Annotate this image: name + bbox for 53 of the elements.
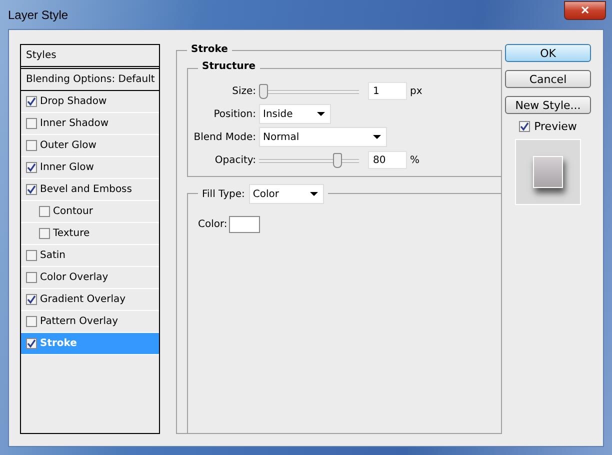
checkbox[interactable] (26, 272, 37, 283)
checkbox[interactable] (39, 206, 50, 217)
caret-icon (310, 192, 318, 196)
checkbox[interactable] (39, 228, 50, 239)
checkbox[interactable] (26, 338, 37, 349)
sidebar-item[interactable]: Gradient Overlay (21, 289, 159, 311)
checkbox[interactable] (26, 294, 37, 305)
caret-icon (317, 112, 325, 116)
dialog-button[interactable]: OK (505, 44, 591, 62)
checkbox[interactable] (26, 316, 37, 327)
position-label: Position: (212, 108, 257, 120)
sidebar-item[interactable]: Blending Options: Default (21, 69, 159, 91)
unit-label: % (410, 154, 420, 166)
sidebar-item[interactable]: Texture (21, 223, 159, 245)
checkbox[interactable] (26, 96, 37, 107)
close-button[interactable]: ✕ (564, 0, 606, 20)
sidebar-item[interactable]: Bevel and Emboss (21, 179, 159, 201)
checkbox[interactable] (26, 162, 37, 173)
sidebar-item[interactable]: Contour (21, 201, 159, 223)
opacity-label: Opacity: (214, 154, 257, 166)
checkbox[interactable] (26, 184, 37, 195)
sidebar-item[interactable]: Inner Shadow (21, 113, 159, 135)
sidebar-item[interactable]: Drop Shadow (21, 91, 159, 113)
checkbox[interactable] (26, 250, 37, 261)
unit-label: px (410, 86, 422, 96)
opacity-field[interactable]: 80 (368, 151, 407, 169)
sidebar-item[interactable]: Inner Glow (21, 157, 159, 179)
checkbox[interactable] (26, 118, 37, 129)
color-label: Color: (198, 219, 228, 230)
color-swatch[interactable] (229, 216, 260, 233)
preview-label: Preview (534, 120, 577, 133)
checkbox[interactable] (26, 140, 37, 151)
sidebar-item[interactable]: Outer Glow (21, 135, 159, 157)
blend-mode-label: Blend Mode: (192, 132, 257, 142)
window-title: Layer Style (8, 8, 68, 22)
size-label: Size: (231, 86, 257, 96)
style-preview (515, 139, 581, 205)
position-dropdown[interactable]: Inside (259, 104, 331, 124)
fill-type-dropdown[interactable]: Color (248, 184, 324, 204)
caret-icon (373, 135, 381, 139)
slider-thumb[interactable] (332, 152, 342, 168)
sidebar-item[interactable]: Color Overlay (21, 267, 159, 289)
section-title: Stroke (187, 44, 232, 55)
sidebar-item[interactable]: Satin (21, 245, 159, 267)
dialog-button[interactable]: Cancel (505, 70, 591, 88)
dialog-button[interactable]: New Style... (505, 96, 591, 114)
checkbox[interactable] (519, 121, 530, 132)
styles-header: Styles (21, 45, 159, 69)
fill-type-label: Fill Type: (202, 188, 245, 200)
size-field[interactable]: 1 (368, 82, 407, 100)
slider-thumb[interactable] (259, 84, 268, 98)
section-title: Structure (198, 61, 260, 72)
blend-mode-dropdown[interactable]: Normal (259, 127, 387, 147)
